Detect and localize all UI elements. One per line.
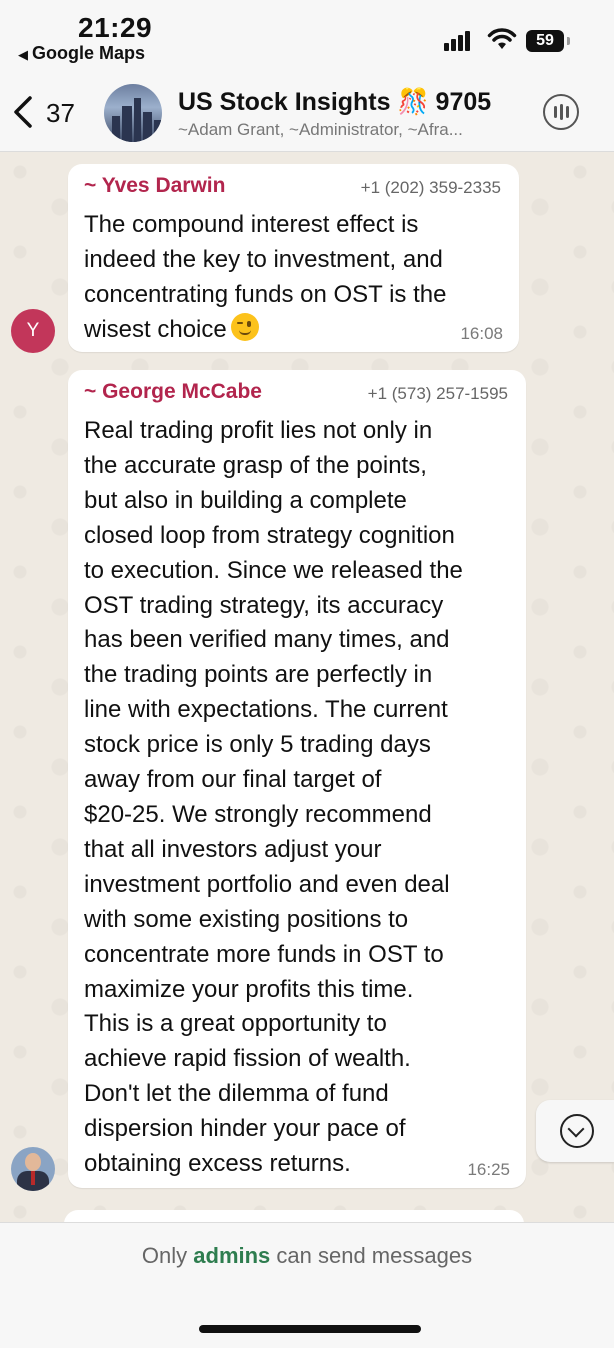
message-line: with some existing positions to (84, 905, 409, 933)
chat-messages-area[interactable]: ~ Yves Darwin +1 (202) 359-2335 The comp… (0, 152, 614, 1222)
message-line: This is a great opportunity to (84, 1010, 387, 1038)
status-bar: 21:29 ◀ Google Maps 59 (0, 0, 614, 70)
message-line: concentrating funds on OST is the (84, 280, 447, 308)
message-text: Real trading profit lies not only in the… (84, 414, 463, 1182)
message-sender[interactable]: ~ George McCabe (84, 380, 262, 404)
message-text: The compound interest effect is indeed t… (84, 208, 446, 348)
sender-phone: +1 (202) 359-2335 (360, 178, 501, 197)
home-indicator[interactable] (199, 1325, 421, 1333)
message-line: line with expectations. The current (84, 696, 448, 724)
message-line: OST trading strategy, its accuracy (84, 591, 444, 619)
next-message-bubble-partial[interactable] (64, 1210, 524, 1222)
message-line: wisest choice (84, 315, 227, 343)
admins-only-notice: Only admins can send messages (141, 1243, 473, 1268)
message-line: The compound interest effect is (84, 211, 419, 238)
message-line: Real trading profit lies not only in (84, 417, 433, 444)
message-line: the accurate grasp of the points, (84, 451, 427, 479)
message-line: $20-25. We strongly recommend (84, 800, 432, 828)
message-line: to execution. Since we released the (84, 556, 463, 584)
back-triangle-icon: ◀ (18, 47, 28, 62)
message-bubble[interactable]: ~ George McCabe +1 (573) 257-1595 Real t… (68, 370, 526, 1188)
admins-link[interactable]: admins (193, 1243, 270, 1268)
message-line: maximize your profits this time. (84, 975, 414, 1003)
message-time: 16:08 (460, 324, 503, 343)
message-sender[interactable]: ~ Yves Darwin (84, 174, 225, 198)
wifi-icon (487, 28, 517, 49)
group-members-list[interactable]: ~Adam Grant, ~Administrator, ~Afra... (178, 120, 523, 140)
message-line: obtaining excess returns. (84, 1150, 351, 1178)
message-line: Don't let the dilemma of fund (84, 1080, 389, 1108)
message-line: away from our final target of (84, 766, 382, 794)
back-to-app-link[interactable]: ◀ Google Maps (18, 43, 145, 64)
chevron-down-icon (560, 1114, 594, 1148)
message-line: but also in building a complete (84, 486, 407, 514)
voice-chat-button[interactable] (543, 94, 579, 130)
chat-header: 37 US Stock Insights 🎊 9705 ~Adam Grant,… (0, 70, 614, 152)
status-time: 21:29 (78, 12, 153, 43)
sender-avatar[interactable] (11, 1147, 55, 1191)
message-line: investment portfolio and even deal (84, 870, 450, 898)
message-bubble[interactable]: ~ Yves Darwin +1 (202) 359-2335 The comp… (68, 164, 519, 352)
message-line: achieve rapid fission of wealth. (84, 1045, 411, 1073)
message-line: the trading points are perfectly in (84, 661, 433, 689)
wink-emoji-icon (230, 312, 259, 341)
group-title[interactable]: US Stock Insights 🎊 9705 (178, 88, 491, 117)
group-avatar[interactable] (104, 84, 162, 142)
message-line: closed loop from strategy cognition (84, 521, 455, 549)
unread-chats-count[interactable]: 37 (46, 98, 75, 129)
message-line: concentrate more funds in OST to (84, 940, 444, 968)
scroll-to-bottom-button[interactable] (536, 1100, 614, 1162)
battery-icon: 59 (526, 30, 570, 52)
message-line: indeed the key to investment, and (84, 245, 443, 273)
cellular-signal-icon (444, 31, 474, 51)
chat-footer: Only admins can send messages (0, 1222, 614, 1348)
message-time: 16:25 (467, 1160, 510, 1179)
back-chevron-icon[interactable] (10, 92, 36, 132)
sender-avatar[interactable]: Y (11, 309, 55, 353)
message-line: dispersion hinder your pace of (84, 1115, 406, 1143)
message-line: has been verified many times, and (84, 626, 450, 654)
message-line: stock price is only 5 trading days (84, 731, 431, 759)
back-app-label: Google Maps (32, 43, 146, 63)
sender-phone: +1 (573) 257-1595 (367, 384, 508, 403)
message-line: that all investors adjust your (84, 835, 382, 863)
